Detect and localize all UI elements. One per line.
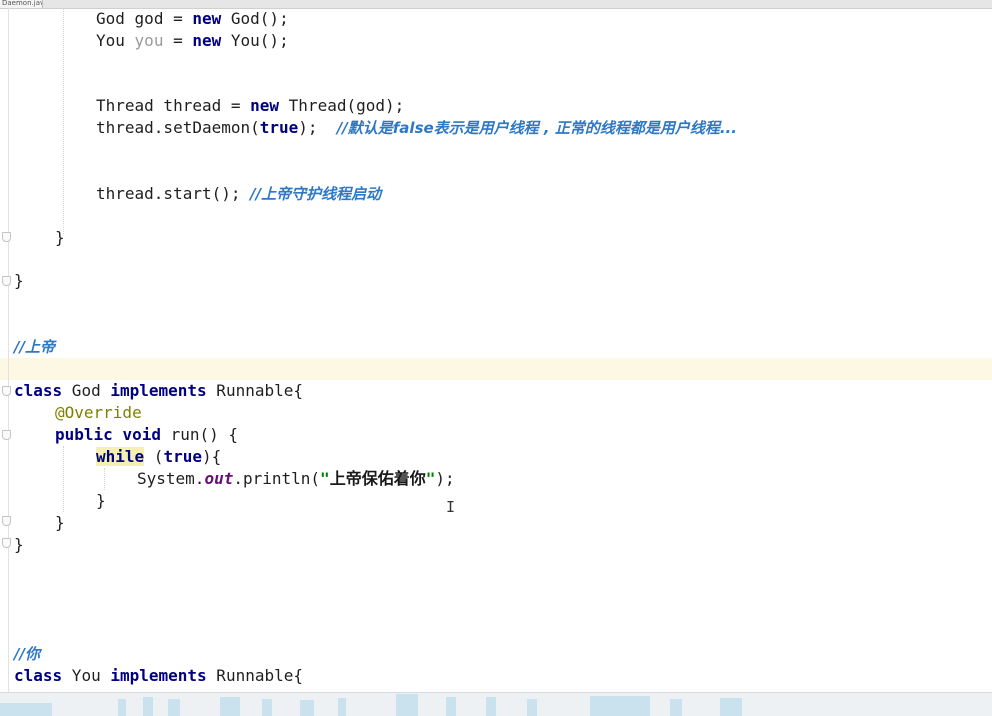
unused-variable: you <box>134 31 164 50</box>
punctuation: ); <box>298 118 337 137</box>
bottom-toolbar <box>0 692 992 716</box>
closing-brace: } <box>96 491 106 510</box>
punctuation: ); <box>435 469 455 488</box>
code-line: } <box>14 534 24 556</box>
class-name: You <box>62 666 111 685</box>
toolbar-segment <box>220 697 240 716</box>
code-line: thread.start(); //上帝守护线程启动 <box>14 183 381 205</box>
gutter-divider <box>8 8 9 692</box>
closing-brace: } <box>55 228 65 247</box>
comment: //上帝 <box>14 338 55 356</box>
code-line: } <box>14 270 24 292</box>
closing-brace: } <box>55 513 65 532</box>
code-line: class God implements Runnable{ <box>14 380 303 402</box>
toolbar-segment <box>527 699 537 716</box>
method-signature: run() { <box>160 425 239 444</box>
keyword: new <box>250 96 280 115</box>
toolbar-segment <box>118 699 126 716</box>
method-call: thread.setDaemon( <box>96 118 260 137</box>
toolbar-segment <box>262 699 272 716</box>
annotation: @Override <box>55 403 142 422</box>
code-line: //你 <box>14 643 40 665</box>
interface-name: Runnable{ <box>206 666 303 685</box>
toolbar-segment <box>486 697 496 716</box>
operator: = <box>163 31 193 50</box>
fold-marker-icon[interactable] <box>2 276 11 286</box>
class-ref: System. <box>137 469 205 488</box>
punctuation: ( <box>144 447 164 466</box>
method-call: .println( <box>233 469 321 488</box>
code-line: God god = new God(); <box>14 8 289 30</box>
code-line: class You implements Runnable{ <box>14 665 303 687</box>
comment: //你 <box>14 645 40 663</box>
keyword: public <box>55 425 113 444</box>
keyword: while <box>96 447 145 466</box>
static-field: out <box>204 469 234 488</box>
string-quote: " <box>320 469 330 488</box>
class-name: God <box>62 381 111 400</box>
current-line-highlight <box>0 358 992 380</box>
closing-brace: } <box>14 271 24 290</box>
toolbar-segment <box>396 694 418 716</box>
toolbar-segment <box>300 700 314 716</box>
interface-name: Runnable{ <box>206 381 303 400</box>
toolbar-segment <box>446 697 456 716</box>
code-line: while (true){ <box>14 446 221 468</box>
editor-tab[interactable]: Daemon.java <box>0 0 43 8</box>
fold-marker-icon[interactable] <box>2 386 11 396</box>
code-line: //上帝 <box>14 336 55 358</box>
keyword: new <box>192 31 222 50</box>
method-call: thread.start(); <box>96 184 251 203</box>
toolbar-segment <box>0 703 52 716</box>
constructor-call: You(); <box>221 31 289 50</box>
text-cursor-icon: I <box>446 498 456 516</box>
toolbar-segment <box>168 699 180 716</box>
keyword: new <box>192 9 222 28</box>
code-line: System.out.println("上帝保佑着你"); <box>14 468 455 490</box>
operator: = <box>163 9 193 28</box>
keyword: implements <box>110 666 207 685</box>
code-line: } <box>14 512 65 534</box>
code-line: @Override <box>14 402 142 424</box>
toolbar-segment <box>143 697 153 716</box>
code-line: public void run() { <box>14 424 238 446</box>
code-line: } <box>14 227 65 249</box>
comment: //上帝守护线程启动 <box>250 185 382 203</box>
keyword: true <box>163 447 202 466</box>
fold-marker-icon[interactable] <box>2 430 11 440</box>
keyword: implements <box>110 381 207 400</box>
toolbar-segment <box>670 699 682 716</box>
fold-marker-icon[interactable] <box>2 538 11 548</box>
declaration: Thread thread = <box>96 96 251 115</box>
keyword: void <box>122 425 161 444</box>
string-literal: 上帝保佑着你 <box>329 469 426 488</box>
fold-marker-icon[interactable] <box>2 232 11 242</box>
code-line: } <box>14 490 106 512</box>
code-line: Thread thread = new Thread(god); <box>14 95 404 117</box>
variable: god <box>134 9 164 28</box>
punctuation: ){ <box>201 447 222 466</box>
string-quote: " <box>425 469 436 488</box>
type-name: God <box>96 9 125 28</box>
toolbar-segment <box>338 698 346 716</box>
code-line: You you = new You(); <box>14 30 289 52</box>
comment: //默认是false表示是用户线程 , 正常的线程都是用户线程... <box>336 119 737 137</box>
constructor-call: God(); <box>221 9 289 28</box>
constructor-call: Thread(god); <box>279 96 405 115</box>
keyword: class <box>14 381 63 400</box>
toolbar-segment <box>590 696 650 716</box>
fold-marker-icon[interactable] <box>2 516 11 526</box>
keyword: class <box>14 666 63 685</box>
toolbar-segment <box>720 698 742 716</box>
closing-brace: } <box>14 535 24 554</box>
code-line: thread.setDaemon(true); //默认是false表示是用户线… <box>14 117 737 139</box>
keyword: true <box>259 118 299 137</box>
type-name: You <box>96 31 125 50</box>
